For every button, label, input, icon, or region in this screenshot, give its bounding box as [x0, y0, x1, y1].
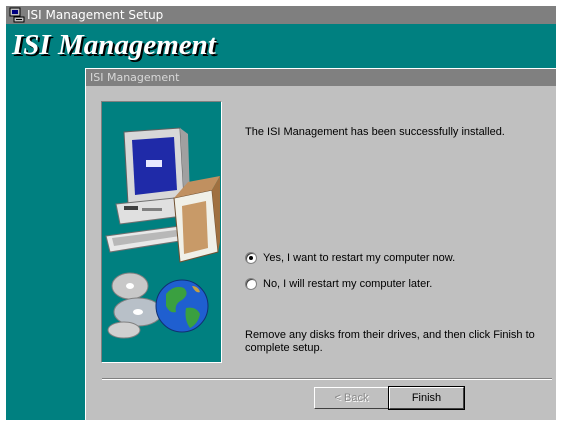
setup-background: ISI Management ISI Management The ISI Ma… — [6, 24, 556, 420]
separator — [102, 378, 552, 380]
finish-button[interactable]: Finish — [388, 386, 465, 410]
dialog-titlebar[interactable]: ISI Management — [86, 69, 556, 86]
setup-illustration — [101, 101, 222, 363]
restart-now-radio[interactable] — [245, 252, 257, 264]
window-title: ISI Management Setup — [27, 8, 164, 22]
restart-later-radio[interactable] — [245, 278, 257, 290]
setup-app-icon — [9, 7, 25, 23]
computer-illustration — [105, 127, 220, 339]
instruction-text: Remove any disks from their drives, and … — [245, 329, 535, 354]
setup-heading: ISI Management — [12, 29, 216, 61]
restart-now-option[interactable]: Yes, I want to restart my computer now. — [245, 251, 455, 265]
restart-later-label: No, I will restart my computer later. — [263, 278, 433, 290]
restart-now-label: Yes, I want to restart my computer now. — [263, 252, 456, 264]
restart-later-option[interactable]: No, I will restart my computer later. — [245, 277, 432, 291]
finish-dialog: ISI Management The ISI Management has be… — [85, 68, 556, 420]
back-button[interactable]: < Back — [314, 387, 389, 409]
setup-window-titlebar[interactable]: ISI Management Setup — [6, 6, 556, 24]
success-message: The ISI Management has been successfully… — [245, 126, 505, 138]
